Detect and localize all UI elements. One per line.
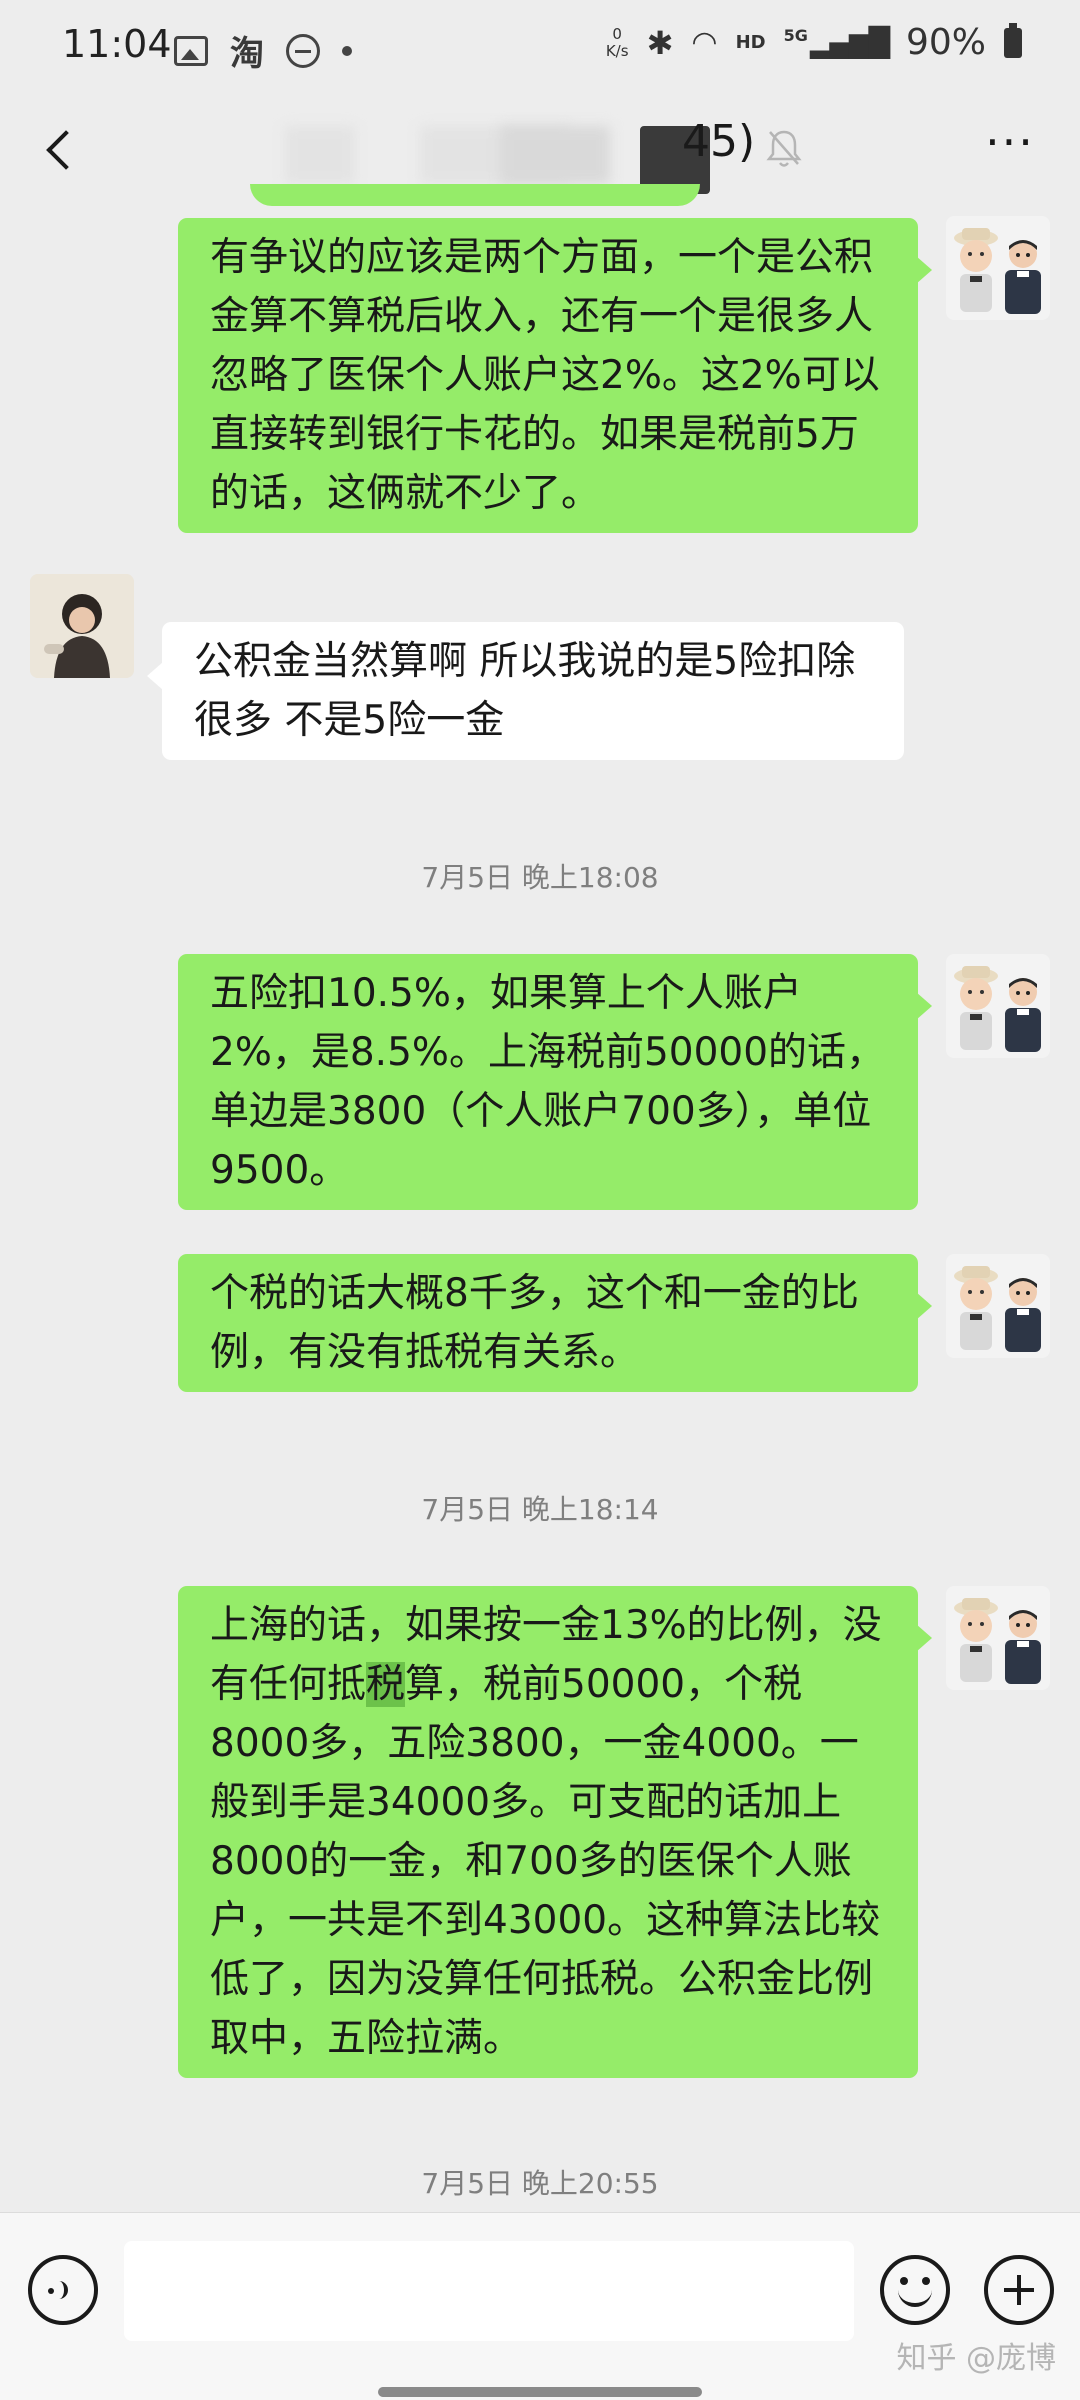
my-avatar[interactable] [946, 1254, 1050, 1358]
message-bubble-sent[interactable]: 有争议的应该是两个方面，一个是公积金算不算税后收入，还有一个是很多人忽略了医保个… [178, 218, 932, 533]
avatar-kid-2 [1005, 1278, 1041, 1352]
notification-dot-icon [342, 45, 352, 56]
battery-level: 90% [905, 22, 986, 63]
timestamp: 7月5日 晚上18:08 [421, 861, 659, 894]
message-input-bar: 知乎 @庞博 [0, 2212, 1080, 2400]
avatar-kid-1 [954, 966, 998, 1050]
plus-icon[interactable] [984, 2255, 1054, 2325]
battery-icon [1004, 22, 1022, 58]
message-bubble-sent[interactable]: 五险扣10.5%，如果算上个人账户2%，是8.5%。上海税前50000的话，单边… [178, 954, 932, 1210]
mute-bell-icon [766, 130, 802, 167]
title-blur-3 [500, 126, 610, 184]
back-button[interactable] [34, 120, 94, 180]
network-speed: 0 K/s [605, 24, 629, 60]
contact-avatar-image [30, 574, 134, 678]
status-notification-icons: 淘 [174, 26, 352, 75]
bluetooth-icon: ✱ [646, 23, 674, 62]
taobao-icon: 淘 [230, 34, 264, 74]
wifi-icon: ◠ [691, 25, 718, 60]
status-system-icons: 0 K/s ✱ ◠ HD 5G ▂▄▆█ 90% [606, 22, 1022, 63]
network-type: 5G [783, 26, 808, 45]
network-speed-value: 0 [612, 24, 622, 43]
avatar-kid-1 [954, 228, 998, 312]
my-avatar[interactable] [946, 1586, 1050, 1690]
avatar-kid-1 [954, 1266, 998, 1350]
partial-previous-message [250, 184, 700, 206]
message-bubble-sent[interactable]: 个税的话大概8千多，这个和一金的比例，有没有抵税有关系。 [178, 1254, 932, 1392]
home-indicator[interactable] [378, 2387, 702, 2397]
signal-indicator: 5G ▂▄▆█ [783, 26, 890, 59]
message-input[interactable] [124, 2241, 854, 2341]
avatar-kid-2 [1005, 240, 1041, 314]
my-avatar[interactable] [946, 216, 1050, 320]
timestamp: 7月5日 晚上18:14 [421, 1493, 659, 1526]
message-text: 算，税前50000，个税8000多，五险3800，一金4000。一般到手是340… [210, 1662, 881, 2061]
watermark: 知乎 @庞博 [896, 2341, 1056, 2376]
title-blur-1 [285, 126, 355, 184]
contact-avatar[interactable] [30, 574, 134, 678]
avatar-kid-2 [1005, 978, 1041, 1052]
status-bar: 11:04 淘 0 K/s ✱ ◠ HD 5G ▂▄▆█ 90% [0, 0, 1080, 96]
message-bubble-received[interactable]: 公积金当然算啊 所以我说的是5险扣除很多 不是5险一金 [147, 622, 904, 760]
timestamp: 7月5日 晚上20:55 [421, 2167, 659, 2200]
hd-indicator: HD [735, 32, 766, 53]
gallery-icon [174, 35, 208, 66]
selected-text-highlight[interactable]: 税 [366, 1662, 406, 1707]
chat-title[interactable]: 45) [682, 116, 755, 167]
avatar-kid-1 [954, 1598, 998, 1682]
voice-input-icon[interactable] [28, 2255, 98, 2325]
signal-bars-icon: ▂▄▆█ [809, 26, 890, 59]
emoji-icon[interactable] [880, 2255, 950, 2325]
status-time: 11:04 [62, 22, 172, 66]
message-bubble-sent[interactable]: 上海的话，如果按一金13%的比例，没有任何抵税算，税前50000，个税8000多… [178, 1586, 932, 2078]
do-not-disturb-icon [286, 33, 320, 68]
network-speed-unit: K/s [605, 41, 629, 60]
avatar-kid-2 [1005, 1610, 1041, 1684]
my-avatar[interactable] [946, 954, 1050, 1058]
more-options-button[interactable]: ··· [980, 119, 1040, 176]
